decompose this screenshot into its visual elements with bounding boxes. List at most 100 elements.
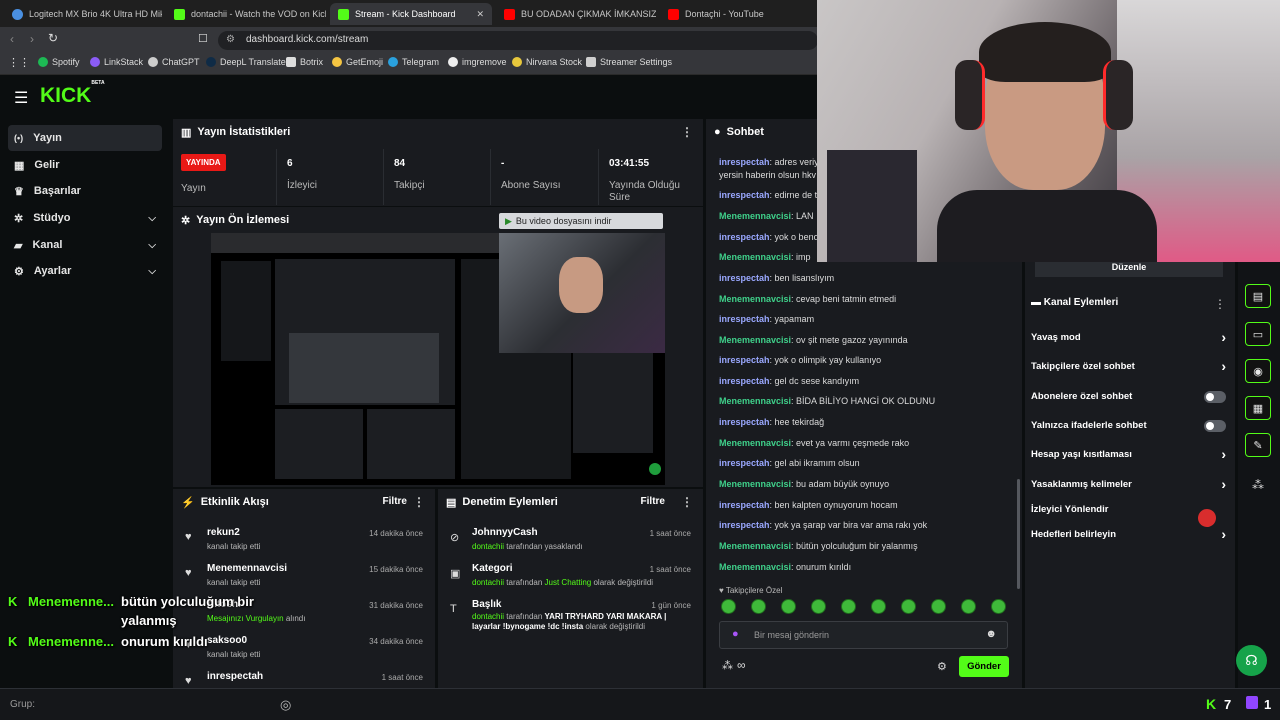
emote-icon[interactable] [871,599,886,614]
emote-icon[interactable] [841,599,856,614]
community-icon[interactable]: ⁂ [1252,478,1264,492]
layout-icon[interactable]: ▦ [1245,396,1271,420]
channel-action-row[interactable]: Yavaş mod › [1031,329,1226,345]
bookmark-chatgpt[interactable]: ChatGPT [148,57,200,67]
site-info-icon[interactable]: ⚙ [226,34,235,45]
sidebar-item-kanal[interactable]: ▰ Kanal ⌵ [8,232,162,258]
bookmark-nirvana[interactable]: Nirvana Stock [512,57,582,67]
emote-icon[interactable] [751,599,766,614]
more-options-icon[interactable]: ⋮ [1214,297,1226,311]
emote-icon[interactable] [811,599,826,614]
bookmark-imgremove[interactable]: imgremove [448,57,507,67]
bookmark-spotify[interactable]: Spotify [38,57,80,67]
bookmark-getemoji[interactable]: GetEmoji [332,57,383,67]
bookmark-icon[interactable]: ☐ [198,32,208,45]
notes-icon[interactable]: ▤ [1245,284,1271,308]
telegram-icon [388,57,398,67]
chat-username[interactable]: Menemennavcisi [719,294,791,304]
chat-username[interactable]: inrespectah [719,520,770,530]
channel-action-row[interactable]: Yasaklanmış kelimeler › [1031,476,1226,492]
channel-action-row[interactable]: Hesap yaşı kısıtlaması › [1031,446,1226,462]
chat-username[interactable]: inrespectah [719,314,770,324]
emote-icon[interactable] [781,599,796,614]
sidebar-item-basarilar[interactable]: ♛ Başarılar [8,178,162,204]
more-options-icon[interactable]: ⋮ [681,125,693,139]
channel-action-row[interactable]: Abonelere özel sohbet [1031,391,1226,403]
chat-username[interactable]: inrespectah [719,500,770,510]
chat-username[interactable]: inrespectah [719,157,770,167]
channel-action-row[interactable]: Hedefleri belirleyin › [1031,526,1226,542]
bookmark-streamer-settings[interactable]: Streamer Settings [586,57,672,67]
chat-username[interactable]: Menemennavcisi [719,396,791,406]
chat-username[interactable]: Menemennavcisi [719,252,791,262]
more-options-icon[interactable]: ⋮ [681,495,693,509]
download-video-tooltip[interactable]: ▶ Bu video dosyasını indir [499,213,663,229]
filter-button[interactable]: Filtre [641,496,665,507]
bookmark-telegram[interactable]: Telegram [388,57,439,67]
sidebar-item-gelir[interactable]: ▦ Gelir [8,152,162,178]
microphone-icon[interactable]: ● [732,628,739,640]
wrench-icon[interactable]: ✎ [1245,433,1271,457]
browser-tab-1[interactable]: Logitech MX Brio 4K Ultra HD Mikrof [4,3,162,25]
emote-icon[interactable] [991,599,1006,614]
more-options-icon[interactable]: ⋮ [413,495,425,509]
chat-username[interactable]: Menemennavcisi [719,562,791,572]
chat-username[interactable]: inrespectah [719,273,770,283]
chat-username[interactable]: Menemennavcisi [719,541,791,551]
chat-icon[interactable]: ▭ [1245,322,1271,346]
sidebar-item-ayarlar[interactable]: ⚙ Ayarlar ⌵ [8,258,162,284]
chat-scrollbar[interactable] [1017,479,1020,589]
chat-username[interactable]: inrespectah [719,190,770,200]
close-tab-icon[interactable]: ✕ [476,9,484,20]
send-button[interactable]: Gönder [959,656,1009,677]
browser-tab-5[interactable]: Dontaçhi - YouTube [660,3,810,25]
bookmark-botrix[interactable]: Botrix [286,57,323,67]
back-icon[interactable]: ‹ [10,32,14,46]
emote-icon[interactable] [721,599,736,614]
sidebar-item-yayin[interactable]: (•) Yayın [8,125,162,151]
preview-video[interactable] [211,233,665,485]
sidebar-item-studyo[interactable]: ✲ Stüdyo ⌵ [8,205,162,231]
channel-action-label: Yalnızca ifadelerle sohbet [1031,420,1147,431]
toggle-switch[interactable] [1204,391,1226,403]
channel-action-row[interactable]: Takipçilere özel sohbet › [1031,358,1226,374]
channel-action-row[interactable]: Yalnızca ifadelerle sohbet [1031,420,1226,432]
bookmark-linkstack[interactable]: LinkStack [90,57,143,67]
chat-username[interactable]: inrespectah [719,376,770,386]
hamburger-menu-icon[interactable]: ☰ [14,88,28,108]
chat-username[interactable]: inrespectah [719,458,770,468]
edit-button[interactable]: Düzenle [1035,262,1223,277]
chat-username[interactable]: Menemennavcisi [719,479,791,489]
fingerprint-icon[interactable]: ◎ [280,697,291,713]
wallet-icon: ▦ [14,159,25,172]
kick-logo[interactable]: KICKBETA [40,80,105,108]
chat-message-input[interactable]: ● Bir mesaj gönderin ☻ [719,621,1008,649]
chat-settings-gear-icon[interactable]: ⚙ [937,660,947,673]
support-headset-icon[interactable]: ☊ [1236,645,1267,676]
chat-username[interactable]: inrespectah [719,417,770,427]
community-icon[interactable]: ⁂ [722,659,733,672]
broadcast-icon[interactable]: ◉ [1245,359,1271,383]
forward-icon[interactable]: › [30,32,34,46]
chat-username[interactable]: inrespectah [719,232,770,242]
emote-icon[interactable] [961,599,976,614]
chat-input-placeholder: Bir mesaj gönderin [754,630,830,640]
chat-username[interactable]: Menemennavcisi [719,335,791,345]
emote-icon[interactable] [901,599,916,614]
chat-username[interactable]: Menemennavcisi [719,211,791,221]
reload-icon[interactable]: ↻ [48,31,58,45]
chat-username[interactable]: inrespectah [719,355,770,365]
browser-tab-4[interactable]: BU ODADAN ÇIKMAK İMKANSIZ! | Bi [496,3,656,25]
browser-tab-2[interactable]: dontachii - Watch the VOD on Kick [166,3,326,25]
filter-button[interactable]: Filtre [383,496,407,507]
emoji-icon[interactable]: ☻ [985,628,997,640]
browser-tab-3-active[interactable]: Stream - Kick Dashboard ✕ [330,3,492,25]
channel-action-row[interactable]: İzleyici Yönlendir [1031,504,1226,515]
chat-username[interactable]: Menemennavcisi [719,438,791,448]
emote-icon[interactable] [931,599,946,614]
bookmark-deepl[interactable]: DeepL Translate [206,57,286,67]
toggle-switch[interactable] [1204,420,1226,432]
infinity-icon[interactable]: ∞ [737,658,746,672]
url-input[interactable]: ⚙ dashboard.kick.com/stream [218,31,818,50]
apps-grid-icon[interactable]: ⋮⋮ [8,56,30,69]
